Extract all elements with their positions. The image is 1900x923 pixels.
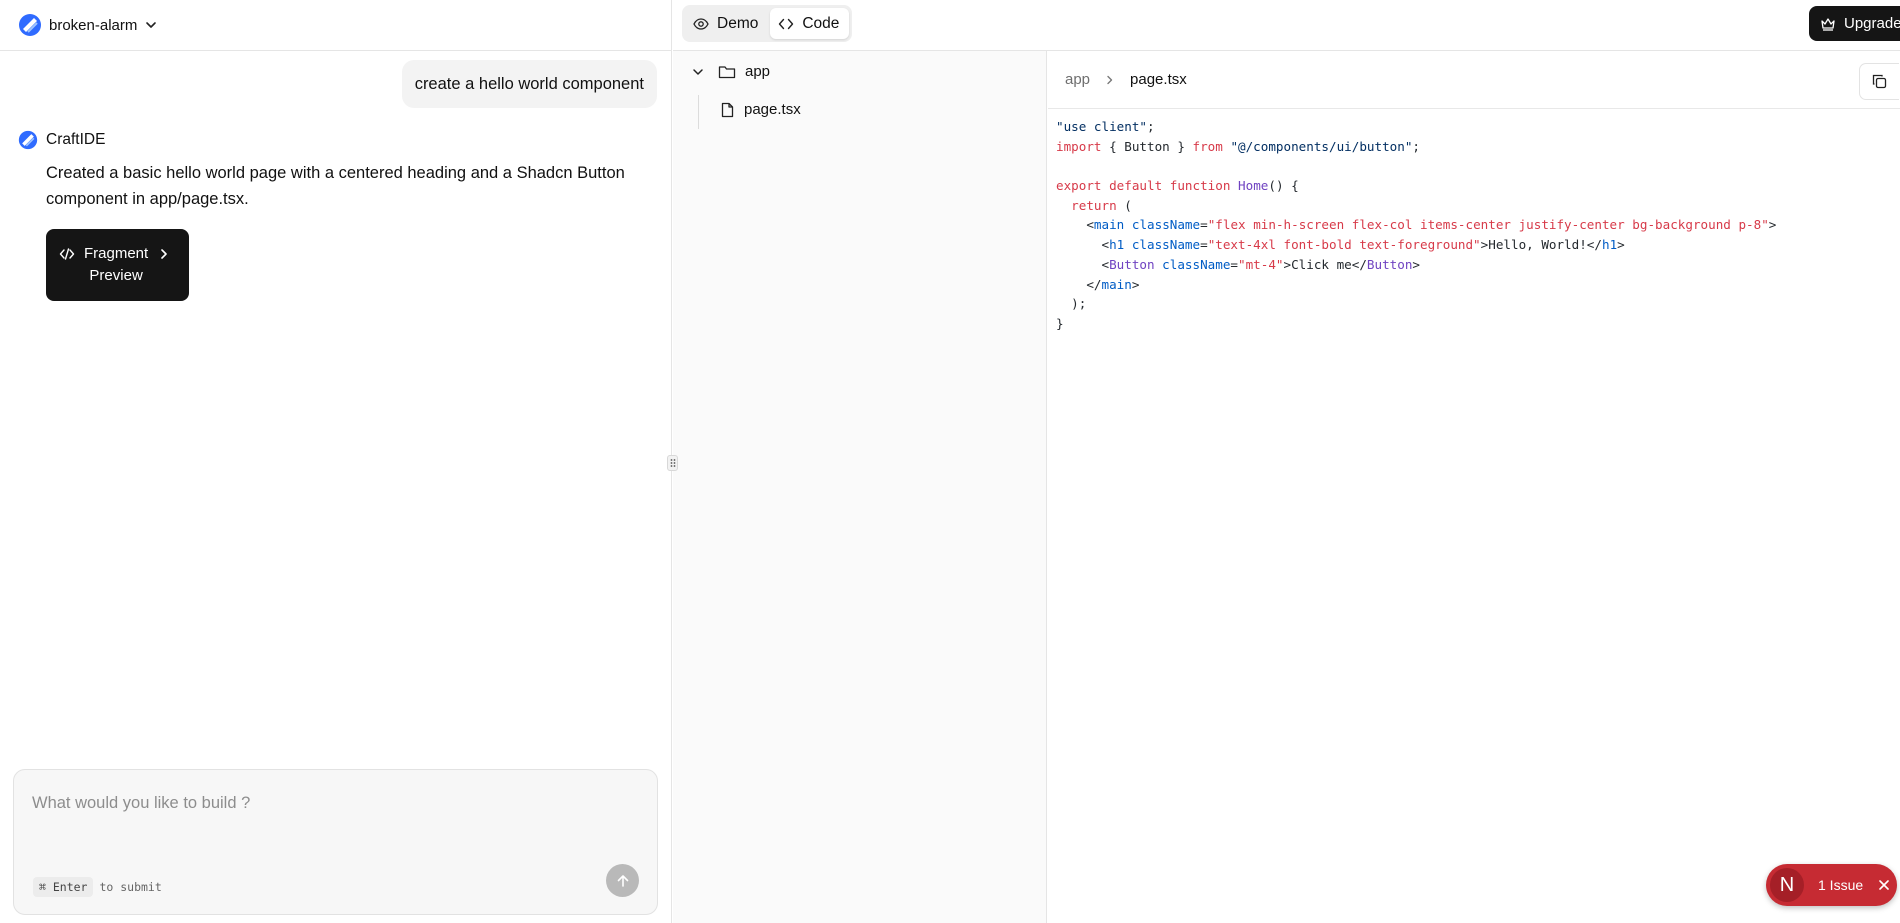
issues-badge: N 1 Issue (1766, 864, 1897, 906)
assistant-avatar-icon (18, 130, 38, 150)
code-line: export default function Home() { (1056, 178, 1299, 194)
chevron-down-icon (693, 68, 703, 75)
grip-icon (670, 459, 675, 467)
code-line: <h1 className="text-4xl font-bold text-f… (1056, 237, 1625, 253)
project-name: broken-alarm (49, 16, 138, 34)
project-switcher[interactable]: broken-alarm (18, 13, 158, 37)
code-line: "use client"; (1056, 119, 1155, 134)
assistant-name: CraftIDE (46, 131, 106, 148)
shortcut-key: ⌘ Enter (33, 877, 94, 897)
code-line: <main className="flex min-h-screen flex-… (1056, 217, 1777, 233)
chevron-down-icon (146, 22, 157, 28)
app-logo-icon (19, 14, 41, 36)
tab-code-label: Code (802, 14, 840, 32)
copy-code-button[interactable] (1859, 63, 1899, 100)
tab-demo[interactable]: Demo (685, 8, 768, 39)
code-editor: app page.tsx "use client"; import { Butto… (1048, 51, 1900, 923)
eye-icon (693, 17, 709, 30)
assistant-message: CraftIDE Created a basic hello world pag… (18, 130, 658, 301)
arrow-up-icon (617, 874, 628, 887)
code-line: import { Button } from "@/components/ui/… (1056, 138, 1421, 154)
crown-icon (1821, 17, 1835, 31)
folder-icon (718, 65, 736, 78)
user-message-bubble: create a hello world component (401, 60, 657, 108)
code-line: <Button className="mt-4">Click me</Butto… (1056, 256, 1421, 272)
assistant-message-text: Created a basic hello world page with a … (46, 164, 625, 208)
tab-demo-label: Demo (717, 14, 759, 32)
code-line: </main> (1056, 276, 1140, 292)
nextjs-logo-icon[interactable]: N (1770, 868, 1804, 902)
breadcrumb-folder[interactable]: app (1065, 71, 1090, 88)
tab-code[interactable]: Code (770, 8, 850, 39)
chevron-right-icon (1107, 75, 1113, 84)
code-icon (779, 18, 794, 29)
submit-button[interactable] (606, 864, 639, 897)
fragment-label-line2: Preview (89, 267, 143, 284)
fragment-label-line1: Fragment (84, 245, 149, 262)
tree-file-page-tsx[interactable]: page.tsx (720, 101, 801, 118)
code-line: ); (1056, 296, 1087, 312)
chat-pane: broken-alarm create a hello world compon… (0, 0, 672, 923)
assistant-header: CraftIDE (18, 130, 658, 150)
prompt-input[interactable] (32, 794, 632, 854)
tree-file-label: page.tsx (744, 101, 801, 118)
code-icon (59, 248, 75, 260)
fragment-label: Fragment Preview (84, 243, 148, 287)
breadcrumb-file: page.tsx (1130, 71, 1187, 88)
view-tabs: Demo Code (682, 5, 853, 42)
tree-indent-guide (698, 95, 699, 129)
fragment-preview-button[interactable]: Fragment Preview (46, 229, 189, 301)
upgrade-button[interactable]: Upgrade (1809, 6, 1900, 41)
code-content[interactable]: "use client"; import { Button } from "@/c… (1048, 109, 1900, 334)
panel-resize-handle[interactable] (667, 455, 678, 471)
copy-icon (1872, 74, 1887, 89)
code-line: } (1056, 315, 1064, 331)
upgrade-label: Upgrade (1844, 15, 1900, 32)
file-icon (721, 102, 734, 117)
tree-folder-label: app (745, 63, 771, 80)
issues-count-label[interactable]: 1 Issue (1818, 877, 1863, 893)
submit-hint: ⌘ Enter to submit (33, 877, 162, 897)
workspace-topbar: Demo Code Upgrade (673, 0, 1900, 51)
tree-folder-app[interactable]: app (691, 63, 770, 80)
file-tree: app page.tsx (673, 51, 1047, 923)
shortcut-hint-text: to submit (99, 880, 162, 894)
chevron-right-icon (161, 249, 168, 259)
chat-header: broken-alarm (0, 0, 671, 51)
chat-composer: ⌘ Enter to submit (13, 769, 658, 915)
nextjs-logo-letter: N (1779, 873, 1795, 896)
code-line: return ( (1071, 197, 1132, 213)
close-icon[interactable] (1877, 878, 1891, 892)
editor-header: app page.tsx (1048, 51, 1900, 109)
